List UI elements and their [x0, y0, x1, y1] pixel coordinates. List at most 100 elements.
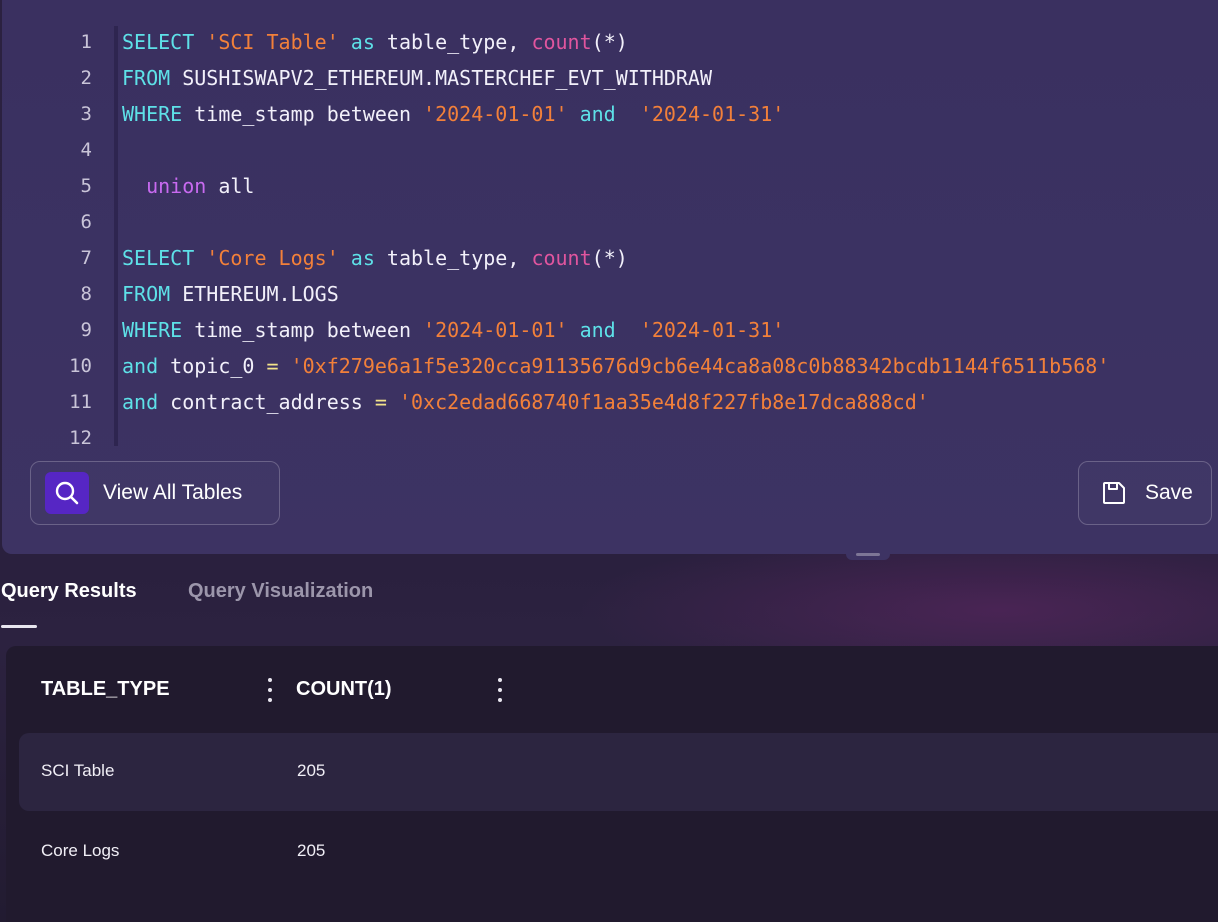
code-token: count: [531, 30, 592, 54]
view-all-tables-label: View All Tables: [103, 481, 243, 504]
line-number: 4: [80, 139, 92, 161]
code-text: SELECT 'Core Logs' as table_type, count(…: [122, 240, 628, 276]
column-menu-icon[interactable]: [494, 676, 506, 704]
results-tabs: Query Results Query Visualization: [0, 574, 1218, 630]
code-line[interactable]: 1 SELECT 'SCI Table' as table_type, count…: [2, 24, 1218, 60]
code-token: topic_0: [158, 354, 267, 378]
code-token: '0xf279e6a1f5e320cca91135676d9cb6e44ca8a…: [290, 354, 1110, 378]
line-number: 9: [80, 319, 92, 341]
code-token: WHERE: [122, 102, 183, 126]
code-token: SELECT: [122, 246, 195, 270]
code-text: and topic_0 = '0xf279e6a1f5e320cca911356…: [122, 348, 1109, 384]
tab-query-visualization[interactable]: Query Visualization: [188, 580, 373, 603]
search-icon: [45, 472, 89, 514]
code-token: as: [350, 246, 375, 270]
table-row[interactable]: Core Logs 205: [19, 813, 1218, 891]
code-token: (*): [591, 246, 628, 270]
code-token: FROM: [122, 282, 171, 306]
column-menu-icon[interactable]: [264, 676, 276, 704]
code-token: time_stamp between: [182, 102, 424, 126]
code-line[interactable]: 5 union all: [2, 168, 1218, 204]
code-token: as: [350, 30, 375, 54]
line-number: 1: [80, 31, 92, 53]
code-text: union all: [122, 168, 254, 204]
code-token: table_type,: [374, 246, 532, 270]
code-text: WHERE time_stamp between '2024-01-01' an…: [122, 312, 784, 348]
code-token: and: [122, 390, 159, 414]
line-number: 6: [80, 211, 92, 233]
line-number: 5: [80, 175, 92, 197]
code-line[interactable]: 11 and contract_address = '0xc2edad668740…: [2, 384, 1218, 420]
column-header-count[interactable]: COUNT(1): [296, 678, 392, 701]
code-token: time_stamp between: [182, 318, 424, 342]
tab-query-results[interactable]: Query Results: [1, 580, 137, 603]
code-token: '2024-01-31': [639, 318, 785, 342]
code-token: and: [122, 354, 159, 378]
code-token: (*): [591, 30, 628, 54]
code-token: table_type,: [374, 30, 532, 54]
code-token: '2024-01-31': [639, 102, 785, 126]
code-text: FROM ETHEREUM.LOGS: [122, 276, 339, 312]
results-table: TABLE_TYPE COUNT(1) SCI Table 205 Core L…: [6, 646, 1218, 922]
view-all-tables-button[interactable]: View All Tables: [30, 461, 280, 525]
code-token: and: [579, 318, 616, 342]
line-number: 3: [80, 103, 92, 125]
floppy-disk-icon: [1101, 480, 1127, 506]
code-line[interactable]: 9 WHERE time_stamp between '2024-01-01' a…: [2, 312, 1218, 348]
active-tab-indicator: [1, 625, 37, 628]
code-token: and: [579, 102, 616, 126]
code-token: ETHEREUM.LOGS: [170, 282, 339, 306]
panel-resize-handle[interactable]: [846, 548, 890, 560]
code-line[interactable]: 10 and topic_0 = '0xf279e6a1f5e320cca9113…: [2, 348, 1218, 384]
code-token: FROM: [122, 66, 171, 90]
code-text: and contract_address = '0xc2edad668740f1…: [122, 384, 929, 420]
resize-grip-icon: [856, 552, 880, 556]
code-token: '2024-01-01': [423, 102, 568, 126]
save-label: Save: [1145, 481, 1193, 504]
table-cell: 205: [297, 761, 326, 780]
code-token: 'Core Logs': [206, 246, 339, 270]
column-header-table-type[interactable]: TABLE_TYPE: [41, 678, 170, 701]
code-token: count: [531, 246, 592, 270]
code-line[interactable]: 4: [2, 132, 1218, 168]
code-line[interactable]: 12: [2, 420, 1218, 456]
code-token: '0xc2edad668740f1aa35e4d8f227fb8e17dca88…: [398, 390, 929, 414]
table-cell: SCI Table: [41, 761, 115, 780]
code-token: =: [374, 390, 387, 414]
code-text: SELECT 'SCI Table' as table_type, count(…: [122, 24, 628, 60]
code-token: 'SCI Table': [206, 30, 339, 54]
code-line[interactable]: 2 FROM SUSHISWAPV2_ETHEREUM.MASTERCHEF_EV…: [2, 60, 1218, 96]
code-line[interactable]: 3 WHERE time_stamp between '2024-01-01' a…: [2, 96, 1218, 132]
line-number: 10: [69, 355, 92, 377]
code-line[interactable]: 8 FROM ETHEREUM.LOGS: [2, 276, 1218, 312]
line-number: 7: [80, 247, 92, 269]
code-token: contract_address: [158, 390, 375, 414]
code-line[interactable]: 7 SELECT 'Core Logs' as table_type, count…: [2, 240, 1218, 276]
code-token: union: [146, 174, 207, 198]
query-editor-page: 1 SELECT 'SCI Table' as table_type, count…: [0, 0, 1218, 922]
code-token: =: [266, 354, 279, 378]
line-number: 11: [69, 391, 92, 413]
line-number: 12: [69, 427, 92, 449]
table-row[interactable]: SCI Table 205: [19, 733, 1218, 811]
sql-code-editor[interactable]: 1 SELECT 'SCI Table' as table_type, count…: [2, 24, 1218, 450]
code-token: '2024-01-01': [423, 318, 568, 342]
code-text: FROM SUSHISWAPV2_ETHEREUM.MASTERCHEF_EVT…: [122, 60, 712, 96]
line-number: 8: [80, 283, 92, 305]
code-text: WHERE time_stamp between '2024-01-01' an…: [122, 96, 784, 132]
code-token: SUSHISWAPV2_ETHEREUM.MASTERCHEF_EVT_WITH…: [170, 66, 713, 90]
code-line[interactable]: 6: [2, 204, 1218, 240]
save-button[interactable]: Save: [1078, 461, 1212, 525]
code-token: all: [206, 174, 255, 198]
table-cell: Core Logs: [41, 841, 120, 860]
